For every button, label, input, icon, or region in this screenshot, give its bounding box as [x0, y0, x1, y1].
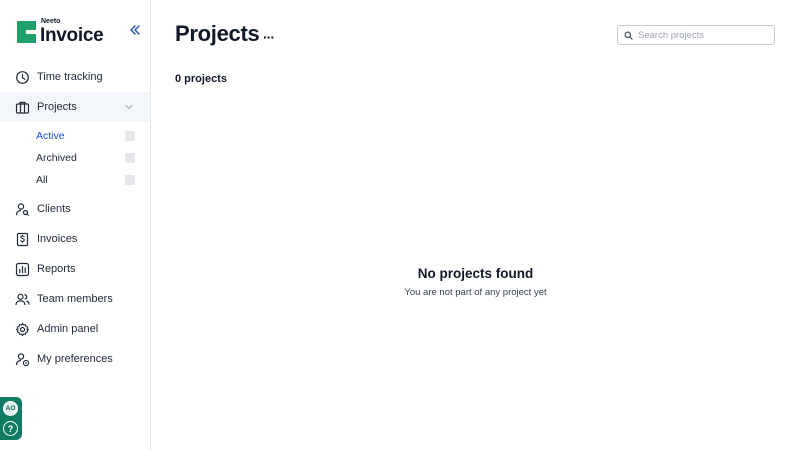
logo-small-text: Neeto — [41, 18, 61, 25]
user-search-icon — [15, 202, 30, 217]
sidebar-item-label: Admin panel — [37, 323, 99, 335]
user-settings-icon — [15, 352, 30, 367]
empty-state-subtitle: You are not part of any project yet — [404, 287, 547, 298]
logo-mark-icon — [17, 20, 36, 43]
search-icon — [624, 31, 633, 40]
sidebar: Neeto Invoice Time tracking Projects Act… — [0, 0, 151, 450]
filter-count-badge — [125, 175, 135, 185]
dollar-file-icon — [15, 232, 30, 247]
user-footer: AO ? — [0, 397, 22, 440]
chevron-down-icon[interactable] — [124, 102, 134, 112]
briefcase-icon — [15, 100, 30, 115]
more-actions-button[interactable]: ··· — [263, 29, 275, 45]
main-content: Projects ··· 0 projects No projects foun… — [151, 0, 800, 450]
project-filter-archived[interactable]: Archived — [0, 147, 150, 169]
project-filter-all[interactable]: All — [0, 169, 150, 191]
sidebar-item-label: Reports — [37, 263, 76, 275]
project-filter-label: Active — [36, 130, 65, 142]
filter-count-badge — [125, 131, 135, 141]
projects-count: 0 projects — [175, 73, 227, 85]
page-title: Projects — [175, 21, 260, 46]
sidebar-item-label: Projects — [37, 101, 77, 113]
logo-big-text: Invoice — [40, 25, 104, 46]
collapse-sidebar-icon[interactable] — [128, 23, 142, 37]
sidebar-item-my-preferences[interactable]: My preferences — [0, 344, 150, 374]
sidebar-item-label: Clients — [37, 203, 71, 215]
sidebar-item-label: Invoices — [37, 233, 78, 245]
app-logo[interactable]: Neeto Invoice — [17, 18, 104, 46]
sidebar-item-reports[interactable]: Reports — [0, 254, 150, 284]
report-chart-icon — [15, 262, 30, 277]
team-icon — [15, 292, 30, 307]
sidebar-item-clients[interactable]: Clients — [0, 194, 150, 224]
filter-count-badge — [125, 153, 135, 163]
project-filter-label: Archived — [36, 152, 77, 164]
help-icon[interactable]: ? — [3, 421, 18, 436]
sidebar-item-invoices[interactable]: Invoices — [0, 224, 150, 254]
gear-icon — [15, 322, 30, 337]
project-filter-active[interactable]: Active — [0, 125, 150, 147]
project-filter-label: All — [36, 174, 48, 186]
sidebar-item-admin-panel[interactable]: Admin panel — [0, 314, 150, 344]
sidebar-item-label: Time tracking — [37, 71, 103, 83]
sidebar-item-label: My preferences — [37, 353, 113, 365]
sidebar-item-projects[interactable]: Projects — [0, 92, 150, 122]
avatar[interactable]: AO — [3, 401, 18, 416]
search-input[interactable] — [638, 29, 768, 41]
sidebar-item-team-members[interactable]: Team members — [0, 284, 150, 314]
search-box[interactable] — [617, 25, 775, 45]
clock-icon — [15, 70, 30, 85]
empty-state-title: No projects found — [417, 266, 534, 281]
sidebar-item-time-tracking[interactable]: Time tracking — [0, 62, 150, 92]
sidebar-item-label: Team members — [37, 293, 113, 305]
